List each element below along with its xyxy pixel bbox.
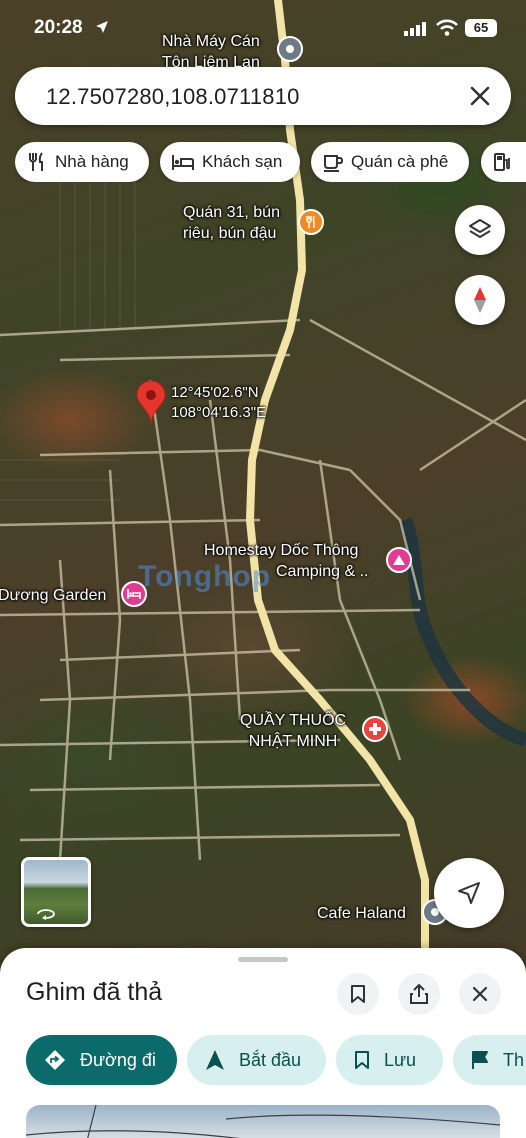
photo-wires <box>26 1105 500 1138</box>
restaurant-icon[interactable] <box>298 209 324 235</box>
location-arrow-icon <box>96 21 108 33</box>
chip-restaurants[interactable]: Nhà hàng <box>15 142 149 182</box>
place-label-pharmacy[interactable]: QUẦY THUỐC NHẬT MINH <box>240 710 346 752</box>
street-view-thumbnail[interactable] <box>21 857 91 927</box>
satellite-map[interactable]: 20:28 65 Nhà Máy Cán Tôn Liêm Lan 12.750… <box>0 0 526 960</box>
save-icon-button[interactable] <box>337 973 379 1015</box>
chip-gas[interactable] <box>481 142 526 182</box>
coffee-cup-icon <box>324 155 343 172</box>
directions-icon <box>45 1050 65 1070</box>
pharmacy-icon[interactable] <box>362 716 388 742</box>
close-icon <box>472 986 488 1002</box>
place-pin-icon[interactable] <box>277 36 303 62</box>
battery-indicator: 65 <box>465 19 497 37</box>
share-button[interactable] <box>398 973 440 1015</box>
place-photo[interactable] <box>26 1105 500 1138</box>
place-label-duong-garden[interactable]: Dương Garden <box>0 585 106 606</box>
hotel-icon[interactable] <box>121 581 147 607</box>
place-bottom-sheet[interactable]: Ghim đã thả Đường đi Bắt đầu Lưu Th <box>0 948 526 1138</box>
chip-hotels[interactable]: Khách sạn <box>160 142 300 182</box>
bookmark-icon <box>355 1051 369 1069</box>
wifi-icon <box>436 19 458 36</box>
layers-button[interactable] <box>455 205 505 255</box>
directions-button[interactable]: Đường đi <box>26 1035 177 1085</box>
chip-coffee[interactable]: Quán cà phê <box>311 142 469 182</box>
category-chips: Nhà hàng Khách sạn Quán cà phê <box>15 142 526 182</box>
close-sheet-button[interactable] <box>459 973 501 1015</box>
navigation-start-icon <box>206 1050 224 1070</box>
share-icon <box>410 984 428 1004</box>
search-box[interactable]: 12.7507280,108.0711810 <box>15 67 511 125</box>
sheet-title: Ghim đã thả <box>26 978 163 1006</box>
bed-icon <box>172 155 194 170</box>
pin-coordinates: 12°45'02.6"N 108°04'16.3"E <box>171 384 267 421</box>
sheet-drag-handle[interactable] <box>238 957 288 962</box>
status-time: 20:28 <box>34 17 83 38</box>
navigation-arrow-icon <box>458 882 480 904</box>
watermark: Tonghop <box>138 560 272 593</box>
bookmark-icon <box>351 985 365 1003</box>
layers-icon <box>469 219 491 238</box>
dropped-pin-icon[interactable] <box>136 380 166 426</box>
label-button[interactable]: Th <box>453 1035 526 1085</box>
close-icon[interactable] <box>469 85 491 107</box>
compass-icon <box>474 287 486 313</box>
save-button[interactable]: Lưu <box>336 1035 443 1085</box>
cellular-signal-icon <box>404 22 426 36</box>
camping-icon[interactable] <box>386 547 412 573</box>
search-query[interactable]: 12.7507280,108.0711810 <box>46 84 300 110</box>
place-label-cafe-haland[interactable]: Cafe Haland <box>317 903 406 924</box>
flag-icon <box>472 1051 488 1069</box>
compass-button[interactable] <box>455 275 505 325</box>
status-bar: 20:28 65 <box>0 0 526 60</box>
my-location-button[interactable] <box>434 858 504 928</box>
rotate-360-icon <box>37 909 55 920</box>
fork-knife-icon <box>29 152 43 171</box>
gas-station-icon <box>494 153 510 171</box>
start-button[interactable]: Bắt đầu <box>187 1035 326 1085</box>
place-label-quan-31[interactable]: Quán 31, bún riêu, bún đậu <box>183 202 280 244</box>
